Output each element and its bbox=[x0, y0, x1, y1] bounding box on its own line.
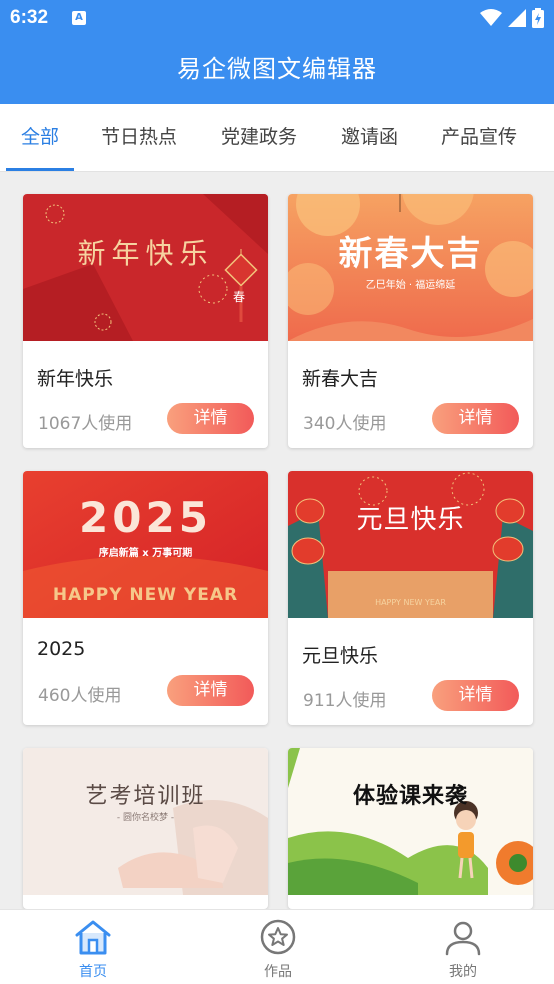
app-bar: 易企微图文编辑器 bbox=[0, 38, 554, 104]
details-button[interactable]: 详情 bbox=[432, 680, 519, 711]
card-image-headline: 新春大吉 bbox=[338, 234, 483, 274]
tab-party-government[interactable]: 党建政务 bbox=[221, 104, 297, 172]
category-tabs: 全部 节日热点 党建政务 邀请函 产品宣传 bbox=[0, 104, 554, 172]
card-image-headline: 2025 bbox=[79, 493, 212, 542]
nav-works[interactable]: 作品 bbox=[238, 918, 318, 981]
card-title: 新年快乐 bbox=[37, 368, 114, 390]
tab-invitation[interactable]: 邀请函 bbox=[341, 104, 398, 172]
template-card[interactable]: 新年快乐 春 新年快乐 1067人使用 详情 bbox=[23, 194, 268, 448]
card-image-subline: 乙巳年始 · 福运绵延 bbox=[365, 280, 456, 291]
nav-label-works: 作品 bbox=[264, 964, 292, 980]
card-image-english: HAPPY NEW YEAR bbox=[52, 585, 239, 605]
tab-product-promo[interactable]: 产品宣传 bbox=[441, 104, 517, 172]
card-title: 新春大吉 bbox=[302, 368, 379, 390]
template-card[interactable]: 体验课来袭 bbox=[288, 748, 533, 909]
home-icon bbox=[75, 920, 111, 955]
tab-indicator bbox=[6, 168, 74, 171]
details-button[interactable]: 详情 bbox=[167, 403, 254, 434]
card-thumbnail[interactable]: 2025 序启新篇 x 万事可期 HAPPY NEW YEAR bbox=[23, 471, 268, 618]
card-usage-count: 460人使用 bbox=[38, 686, 122, 706]
app-title: 易企微图文编辑器 bbox=[177, 55, 377, 83]
bottom-navigation: 首页 作品 我的 bbox=[0, 909, 554, 984]
card-title: 元旦快乐 bbox=[302, 645, 379, 667]
card-image-headline: 体验课来袭 bbox=[352, 784, 468, 809]
status-icons bbox=[480, 8, 544, 28]
card-thumbnail[interactable]: 艺考培训班 - 圆你名校梦 - bbox=[23, 748, 268, 895]
card-image-headline: 元旦快乐 bbox=[356, 505, 465, 535]
card-thumbnail[interactable]: 体验课来袭 bbox=[288, 748, 533, 895]
card-image-english: HAPPY NEW YEAR bbox=[375, 598, 446, 607]
tab-holiday-hot[interactable]: 节日热点 bbox=[101, 104, 177, 172]
details-button[interactable]: 详情 bbox=[432, 403, 519, 434]
wifi-icon bbox=[480, 9, 502, 26]
notification-icon: A bbox=[72, 11, 86, 25]
signal-icon bbox=[508, 9, 526, 27]
status-bar: 6:32 A bbox=[0, 0, 554, 38]
nav-home[interactable]: 首页 bbox=[53, 918, 133, 981]
tab-all[interactable]: 全部 bbox=[21, 104, 59, 172]
card-image-subline: - 圆你名校梦 - bbox=[116, 813, 175, 823]
status-time: 6:32 bbox=[10, 7, 49, 28]
template-card[interactable]: 2025 序启新篇 x 万事可期 HAPPY NEW YEAR 2025 460… bbox=[23, 471, 268, 725]
card-thumbnail[interactable]: 新春大吉 乙巳年始 · 福运绵延 bbox=[288, 194, 533, 341]
details-button[interactable]: 详情 bbox=[167, 675, 254, 706]
nav-profile[interactable]: 我的 bbox=[423, 918, 503, 981]
battery-icon bbox=[532, 8, 544, 28]
star-icon bbox=[260, 919, 296, 955]
card-image-badge: 春 bbox=[233, 290, 246, 304]
card-image-subline: 序启新篇 x 万事可期 bbox=[98, 548, 193, 559]
user-icon bbox=[445, 921, 481, 956]
template-card[interactable]: 元旦快乐 HAPPY NEW YEAR 元旦快乐 911人使用 详情 bbox=[288, 471, 533, 725]
card-thumbnail[interactable]: 元旦快乐 HAPPY NEW YEAR bbox=[288, 471, 533, 618]
template-card[interactable]: 艺考培训班 - 圆你名校梦 - bbox=[23, 748, 268, 909]
card-usage-count: 1067人使用 bbox=[38, 414, 133, 434]
card-title: 2025 bbox=[37, 638, 86, 660]
card-image-headline: 艺考培训班 bbox=[85, 784, 206, 809]
nav-label-home: 首页 bbox=[79, 964, 107, 980]
template-card[interactable]: 新春大吉 乙巳年始 · 福运绵延 新春大吉 340人使用 详情 bbox=[288, 194, 533, 448]
card-usage-count: 340人使用 bbox=[303, 414, 387, 434]
card-usage-count: 911人使用 bbox=[303, 691, 387, 711]
nav-label-profile: 我的 bbox=[449, 964, 477, 980]
card-thumbnail[interactable]: 新年快乐 春 bbox=[23, 194, 268, 341]
card-image-headline: 新年快乐 bbox=[77, 237, 214, 270]
